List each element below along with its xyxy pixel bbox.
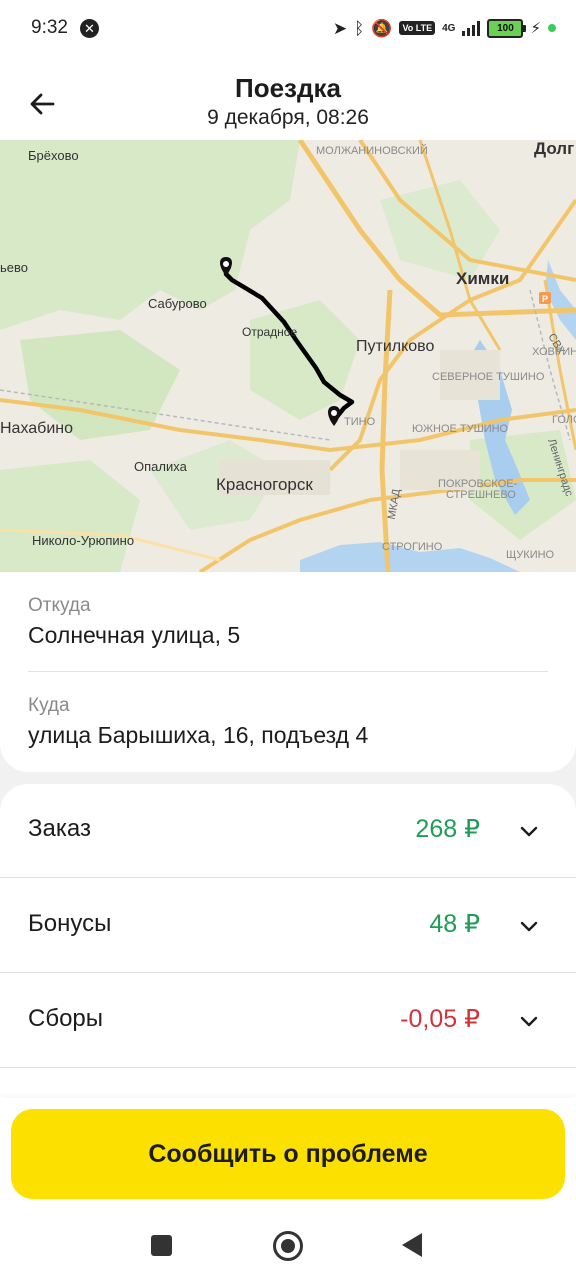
status-icons: ➤ ᛒ 🔕 Vo LTE 4G 100 ⚡ <box>333 14 556 42</box>
bonuses-label: Бонусы <box>28 910 112 937</box>
map-label: Брёхово <box>28 148 79 163</box>
map-label: Химки <box>456 269 509 288</box>
row-divider <box>0 972 576 973</box>
map-label: ТИНО <box>344 416 376 428</box>
signal-icon <box>462 20 481 36</box>
fees-label: Сборы <box>28 1005 104 1032</box>
map-label: ХОВРИНО <box>532 346 576 358</box>
map-label: Нахабино <box>0 420 73 437</box>
from-label: Откуда <box>28 595 91 616</box>
map-label: ьево <box>0 260 28 275</box>
svg-text:P: P <box>542 294 548 304</box>
location-arrow-icon: ➤ <box>332 18 348 38</box>
fees-amount: -0,05 ₽ <box>400 1005 480 1033</box>
row-divider <box>0 1067 576 1068</box>
map-label: СТРЕШНЕВО <box>446 489 516 501</box>
bonuses-row[interactable]: Бонусы 48 ₽ <box>0 879 576 973</box>
bottom-action-area: Сообщить о проблеме <box>0 1098 576 1214</box>
address-divider <box>28 671 548 672</box>
status-bar: 9:32 ✕ ➤ ᛒ 🔕 Vo LTE 4G 100 ⚡ <box>0 0 576 58</box>
address-card: Откуда Солнечная улица, 5 Куда улица Бар… <box>0 572 576 772</box>
map-label: Николо-Урюпино <box>32 533 134 548</box>
order-amount: 268 ₽ <box>415 815 480 843</box>
trip-date: 9 декабря, 08:26 <box>207 106 369 129</box>
route-map[interactable]: P Брёхово МОЛЖАНИНОВСКИЙ Долг ьево Химки… <box>0 140 576 572</box>
system-nav-bar <box>0 1214 576 1280</box>
charging-icon: ⚡ <box>530 20 541 37</box>
map-label: Путилково <box>356 338 435 355</box>
status-time: 9:32 <box>31 17 68 38</box>
map-label: ЩУКИНО <box>506 549 555 561</box>
from-address: Солнечная улица, 5 <box>28 622 241 648</box>
map-label: ЮЖНОЕ ТУШИНО <box>412 423 509 435</box>
back-triangle-icon[interactable] <box>402 1233 422 1257</box>
to-address: улица Барышиха, 16, подъезд 4 <box>28 722 369 748</box>
map-label: СЕВЕРНОЕ ТУШИНО <box>432 371 545 383</box>
page-header: Поездка 9 декабря, 08:26 <box>0 58 576 140</box>
map-label: Опалиха <box>134 459 188 474</box>
map-label: Отрадное <box>242 325 297 339</box>
order-label: Заказ <box>28 815 91 842</box>
recent-apps-icon[interactable] <box>151 1235 172 1256</box>
mute-icon: 🔕 <box>371 18 393 38</box>
map-label: Сабурово <box>148 296 207 311</box>
volte-badge: Vo LTE <box>399 21 436 35</box>
map-label: Красногорск <box>216 475 313 494</box>
chevron-down-icon <box>520 1016 538 1027</box>
home-icon[interactable] <box>273 1231 303 1261</box>
to-label: Куда <box>28 695 70 716</box>
report-problem-button[interactable]: Сообщить о проблеме <box>11 1109 565 1199</box>
map-canvas: P Брёхово МОЛЖАНИНОВСКИЙ Долг ьево Химки… <box>0 140 576 572</box>
map-label: СТРОГИНО <box>382 541 443 553</box>
privacy-dot-icon <box>548 24 556 32</box>
row-divider <box>0 877 576 878</box>
chevron-down-icon <box>520 921 538 932</box>
notification-icon: ✕ <box>80 19 99 38</box>
page-title: Поездка <box>235 73 341 103</box>
bluetooth-icon: ᛒ <box>354 18 365 38</box>
fees-row[interactable]: Сборы -0,05 ₽ <box>0 974 576 1068</box>
map-label: МОЛЖАНИНОВСКИЙ <box>316 144 428 157</box>
network-type: 4G <box>442 22 456 34</box>
bonuses-amount: 48 ₽ <box>429 910 480 938</box>
payment-details: Заказ 268 ₽ Бонусы 48 ₽ Сборы -0,05 ₽ <box>0 784 576 1104</box>
chevron-down-icon <box>520 826 538 837</box>
battery-icon: 100 <box>487 18 527 38</box>
order-row[interactable]: Заказ 268 ₽ <box>0 784 576 878</box>
map-label: ГОЛО <box>552 414 576 426</box>
map-label: Долг <box>534 140 574 158</box>
